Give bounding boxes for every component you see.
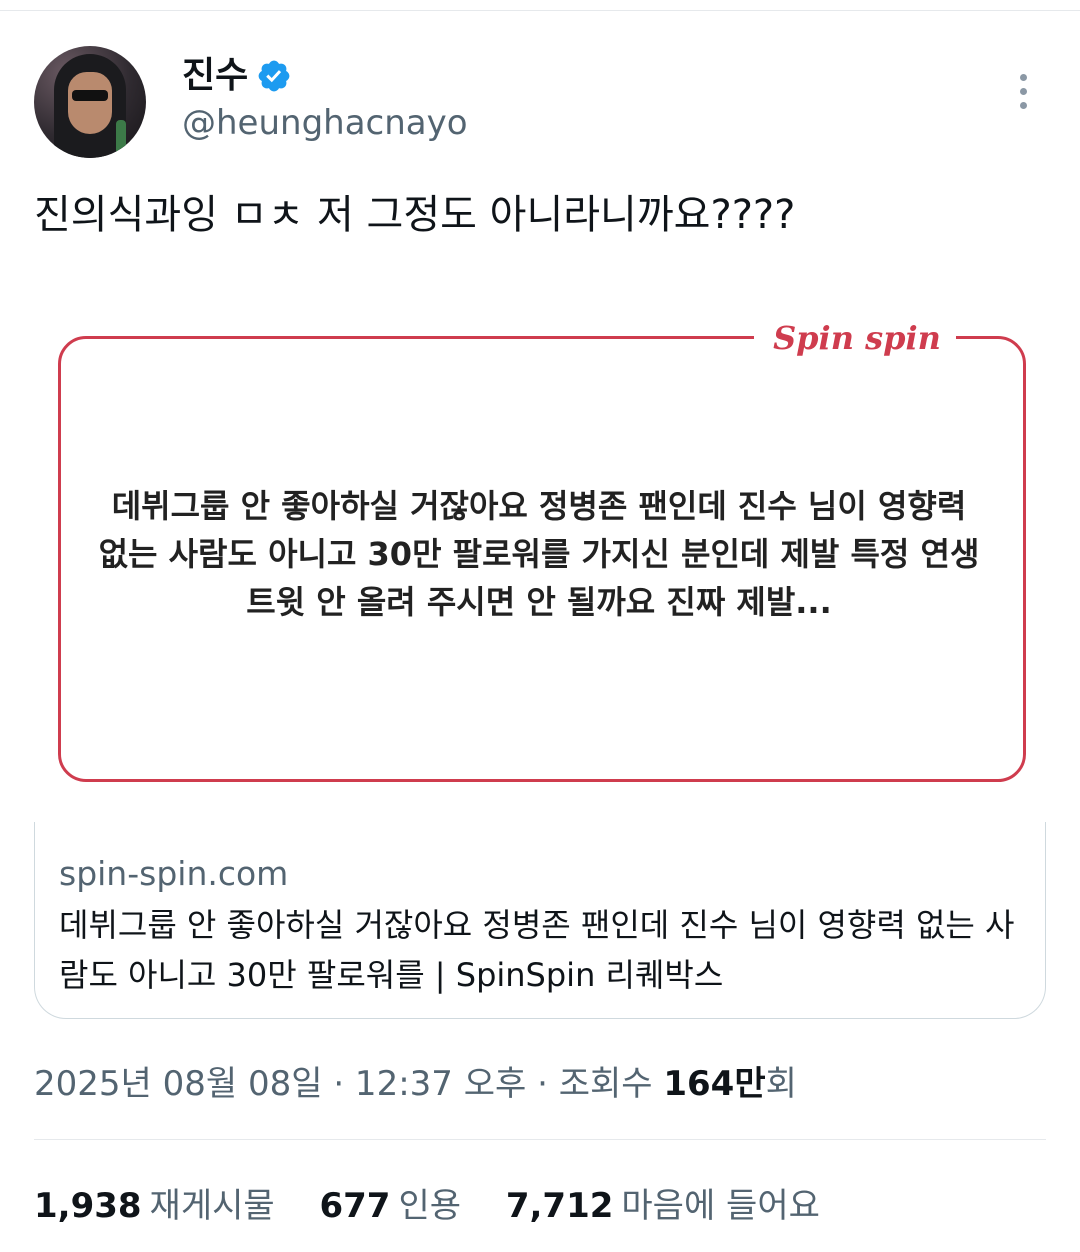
link-domain: spin-spin.com (59, 854, 289, 893)
quotes-label: 인용 (398, 1186, 462, 1226)
view-count: 164만 (663, 1064, 766, 1104)
link-title: 데뷔그룹 안 좋아하실 거잖아요 정병존 팬인데 진수 님이 영향력 없는 사람… (59, 906, 1015, 994)
quotes-count: 677 (319, 1186, 391, 1226)
view-count-suffix: 회 (765, 1064, 797, 1104)
retweets-stat[interactable]: 1,938 재게시물 (34, 1180, 275, 1232)
quote-text: 데뷔그룹 안 좋아하실 거잖아요 정병존 팬인데 진수 님이 영향력 없는 사람… (98, 487, 980, 621)
retweets-label: 재게시물 (149, 1186, 275, 1226)
more-options-icon[interactable] (1010, 72, 1038, 112)
top-divider (0, 10, 1080, 11)
stats-divider (34, 1139, 1046, 1140)
tweet-text: 진의식과잉 ㅁㅊ 저 그정도 아니라니까요???? (34, 192, 796, 238)
quotes-stat[interactable]: 677 인용 (319, 1180, 461, 1232)
retweets-count: 1,938 (34, 1186, 142, 1226)
link-card[interactable]: spin-spin.com 데뷔그룹 안 좋아하실 거잖아요 정병존 팬인데 진… (34, 822, 1046, 1019)
likes-stat[interactable]: 7,712 마음에 들어요 (506, 1180, 820, 1232)
avatar[interactable] (34, 46, 146, 158)
timestamp[interactable]: 2025년 08월 08일 · 12:37 오후 · 조회수 (34, 1064, 663, 1104)
engagement-stats: 1,938 재게시물 677 인용 7,712 마음에 들어요 (34, 1180, 854, 1232)
verified-badge-icon (258, 60, 290, 92)
likes-label: 마음에 들어요 (621, 1186, 820, 1226)
tweet-meta: 2025년 08월 08일 · 12:37 오후 · 조회수 164만회 (34, 1058, 797, 1110)
author-handle[interactable]: @heunghacnayo (182, 100, 468, 146)
spinspin-logo: Spin spin (773, 319, 941, 357)
author-name[interactable]: 진수 (182, 52, 248, 100)
likes-count: 7,712 (505, 1186, 614, 1226)
media-image[interactable]: Spin spin 데뷔그룹 안 좋아하실 거잖아요 정병존 팬인데 진수 님이… (34, 292, 1046, 820)
